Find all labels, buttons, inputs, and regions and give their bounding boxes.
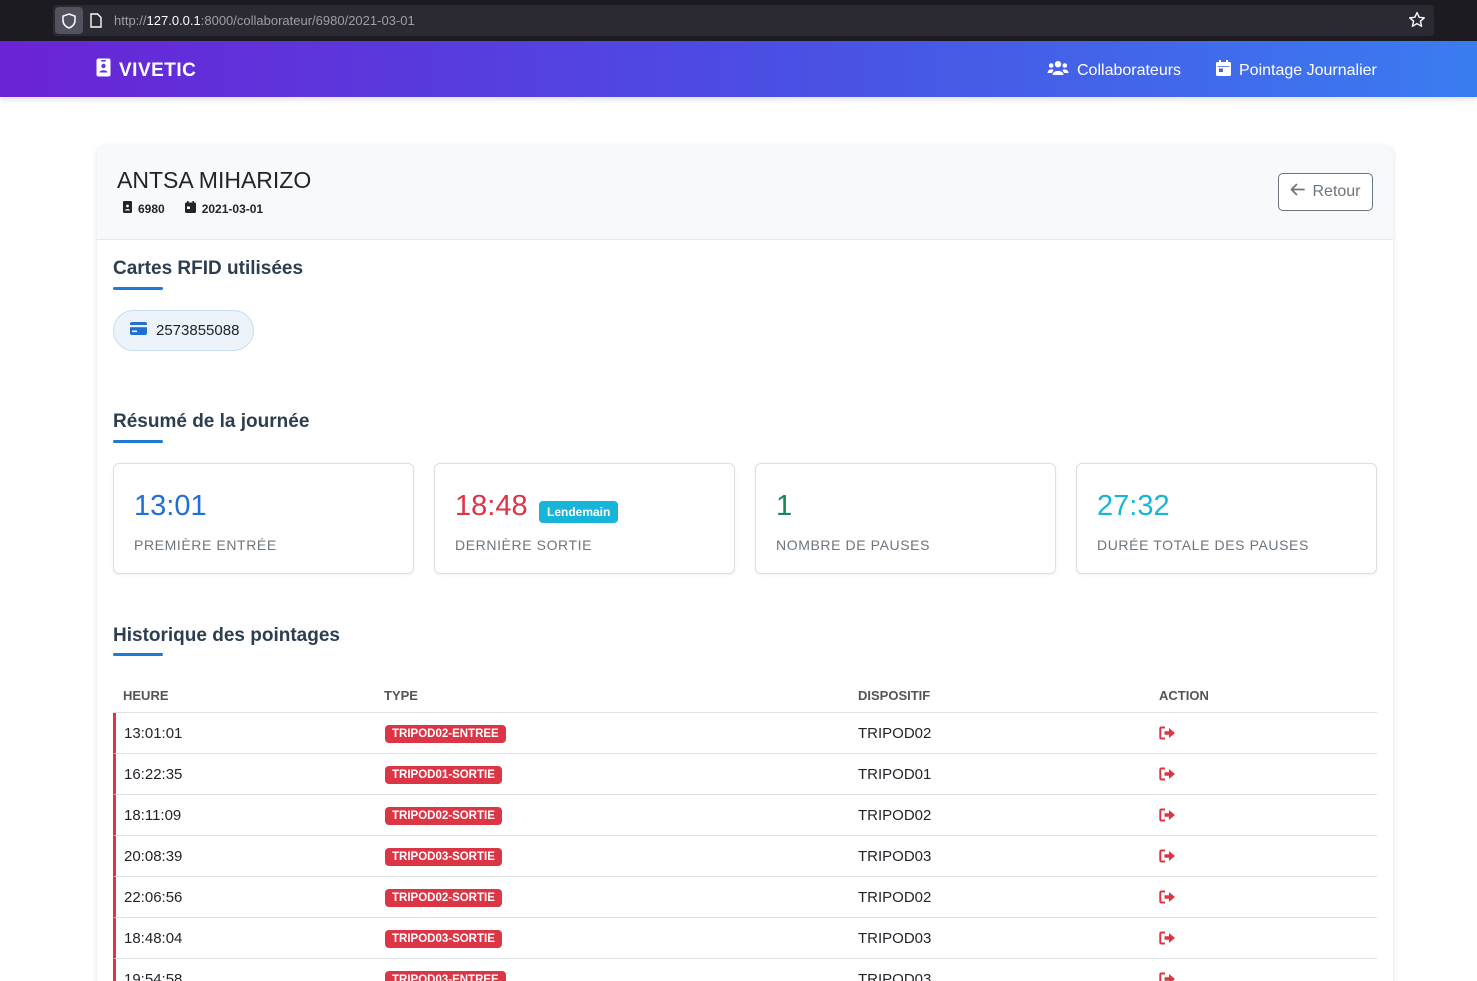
shield-icon[interactable]: [55, 7, 83, 34]
stat-label: PREMIÈRE ENTRÉE: [134, 537, 277, 553]
nav-pointage-journalier[interactable]: Pointage Journalier: [1216, 60, 1377, 81]
cell-heure: 20:08:39: [124, 848, 183, 865]
bookmark-star-icon[interactable]: [1408, 11, 1426, 34]
stat-label: DURÉE TOTALE DES PAUSES: [1097, 537, 1309, 553]
cell-dispositif: TRIPOD01: [858, 766, 932, 783]
type-badge: TRIPOD02-SORTIE: [385, 807, 502, 825]
column-header-dispositif: DISPOSITIF: [858, 688, 931, 703]
stat-pause-duration: 27:32 DURÉE TOTALE DES PAUSES: [1076, 463, 1377, 574]
table-row: 18:11:09 TRIPOD02-SORTIE TRIPOD02: [113, 795, 1377, 836]
employee-id-value: 6980: [138, 201, 165, 216]
back-button-label: Retour: [1312, 183, 1361, 200]
section-underline: [113, 287, 163, 290]
cell-heure: 13:01:01: [124, 725, 183, 742]
stat-value: 1: [776, 490, 793, 522]
column-header-action: ACTION: [1159, 688, 1209, 703]
table-row: 13:01:01 TRIPOD02-ENTREE TRIPOD02: [113, 713, 1377, 754]
stat-pause-count: 1 NOMBRE DE PAUSES: [755, 463, 1056, 574]
address-bar[interactable]: http://127.0.0.1:8000/collaborateur/6980…: [53, 5, 1434, 36]
table-row: 19:54:58 TRIPOD03-ENTREE TRIPOD03: [113, 959, 1377, 981]
section-underline: [113, 653, 163, 656]
cell-dispositif: TRIPOD03: [858, 848, 932, 865]
id-badge-icon: [123, 201, 132, 216]
table-header: HEURE TYPE DISPOSITIF ACTION: [113, 676, 1377, 713]
stat-label: DERNIÈRE SORTIE: [455, 537, 593, 553]
brand-name: VIVETIC: [119, 59, 197, 81]
rfid-section-title: Cartes RFID utilisées: [113, 258, 304, 279]
cell-dispositif: TRIPOD02: [858, 889, 932, 906]
stat-last-exit: 18:48 Lendemain DERNIÈRE SORTIE: [434, 463, 735, 574]
table-row: 18:48:04 TRIPOD03-SORTIE TRIPOD03: [113, 918, 1377, 959]
cell-heure: 19:54:58: [124, 971, 183, 981]
app-navbar: VIVETIC Collaborateurs Pointage Journali…: [0, 41, 1477, 97]
sign-out-icon[interactable]: [1159, 890, 1176, 908]
cell-dispositif: TRIPOD03: [858, 971, 932, 981]
rfid-card-number: 2573855088: [156, 322, 240, 339]
sign-out-icon[interactable]: [1159, 726, 1176, 744]
stat-value: 18:48: [455, 490, 528, 522]
history-section-title: Historique des pointages: [113, 625, 340, 646]
column-header-heure: HEURE: [123, 688, 169, 703]
employee-meta: 6980 2021-03-01: [123, 201, 263, 216]
id-badge-icon: [96, 58, 111, 83]
employee-id: 6980: [123, 201, 165, 216]
sign-out-icon[interactable]: [1159, 972, 1176, 981]
card-header: ANTSA MIHARIZO 6980 2021-03-01 Retour: [97, 146, 1393, 240]
page-icon: [90, 13, 102, 33]
type-badge: TRIPOD03-SORTIE: [385, 930, 502, 948]
sign-out-icon[interactable]: [1159, 931, 1176, 949]
rfid-card-pill: 2573855088: [113, 310, 254, 351]
nav-collaborateurs[interactable]: Collaborateurs: [1047, 60, 1181, 81]
cell-dispositif: TRIPOD02: [858, 807, 932, 824]
employee-date: 2021-03-01: [184, 201, 264, 216]
cell-heure: 16:22:35: [124, 766, 183, 783]
type-badge: TRIPOD03-SORTIE: [385, 848, 502, 866]
sign-out-icon[interactable]: [1159, 767, 1176, 785]
stat-first-entry: 13:01 PREMIÈRE ENTRÉE: [113, 463, 414, 574]
calendar-icon: [184, 201, 196, 216]
stat-value: 27:32: [1097, 490, 1170, 522]
type-badge: TRIPOD02-ENTREE: [385, 725, 506, 743]
cell-heure: 18:11:09: [124, 807, 182, 824]
table-row: 20:08:39 TRIPOD03-SORTIE TRIPOD03: [113, 836, 1377, 877]
sign-out-icon[interactable]: [1159, 808, 1176, 826]
type-badge: TRIPOD02-SORTIE: [385, 889, 502, 907]
sign-out-icon[interactable]: [1159, 849, 1176, 867]
stat-label: NOMBRE DE PAUSES: [776, 537, 931, 553]
nav-pointage-label: Pointage Journalier: [1239, 61, 1377, 79]
browser-toolbar: http://127.0.0.1:8000/collaborateur/6980…: [0, 0, 1477, 41]
section-underline: [113, 440, 163, 443]
arrow-left-icon: [1290, 183, 1306, 201]
url-text[interactable]: http://127.0.0.1:8000/collaborateur/6980…: [114, 13, 415, 28]
stat-value: 13:01: [134, 490, 207, 522]
employee-date-value: 2021-03-01: [201, 201, 264, 216]
users-icon: [1047, 60, 1069, 81]
cell-dispositif: TRIPOD02: [858, 725, 932, 742]
cell-heure: 18:48:04: [124, 930, 183, 947]
table-row: 16:22:35 TRIPOD01-SORTIE TRIPOD01: [113, 754, 1377, 795]
employee-detail-card: ANTSA MIHARIZO 6980 2021-03-01 Retour Ca: [97, 146, 1393, 981]
calendar-icon: [1216, 60, 1231, 81]
history-table: HEURE TYPE DISPOSITIF ACTION 13:01:01 TR…: [113, 676, 1377, 981]
nav-collaborateurs-label: Collaborateurs: [1077, 61, 1182, 79]
column-header-type: TYPE: [384, 688, 418, 703]
type-badge: TRIPOD01-SORTIE: [385, 766, 502, 784]
credit-card-icon: [130, 322, 147, 339]
back-button[interactable]: Retour: [1278, 173, 1373, 211]
summary-section-title: Résumé de la journée: [113, 411, 310, 432]
cell-dispositif: TRIPOD03: [858, 930, 932, 947]
brand-link[interactable]: VIVETIC: [96, 58, 196, 83]
cell-heure: 22:06:56: [124, 889, 183, 906]
next-day-badge: Lendemain: [539, 501, 619, 523]
employee-name: ANTSA MIHARIZO: [117, 167, 312, 193]
table-row: 22:06:56 TRIPOD02-SORTIE TRIPOD02: [113, 877, 1377, 918]
type-badge: TRIPOD03-ENTREE: [385, 971, 506, 981]
